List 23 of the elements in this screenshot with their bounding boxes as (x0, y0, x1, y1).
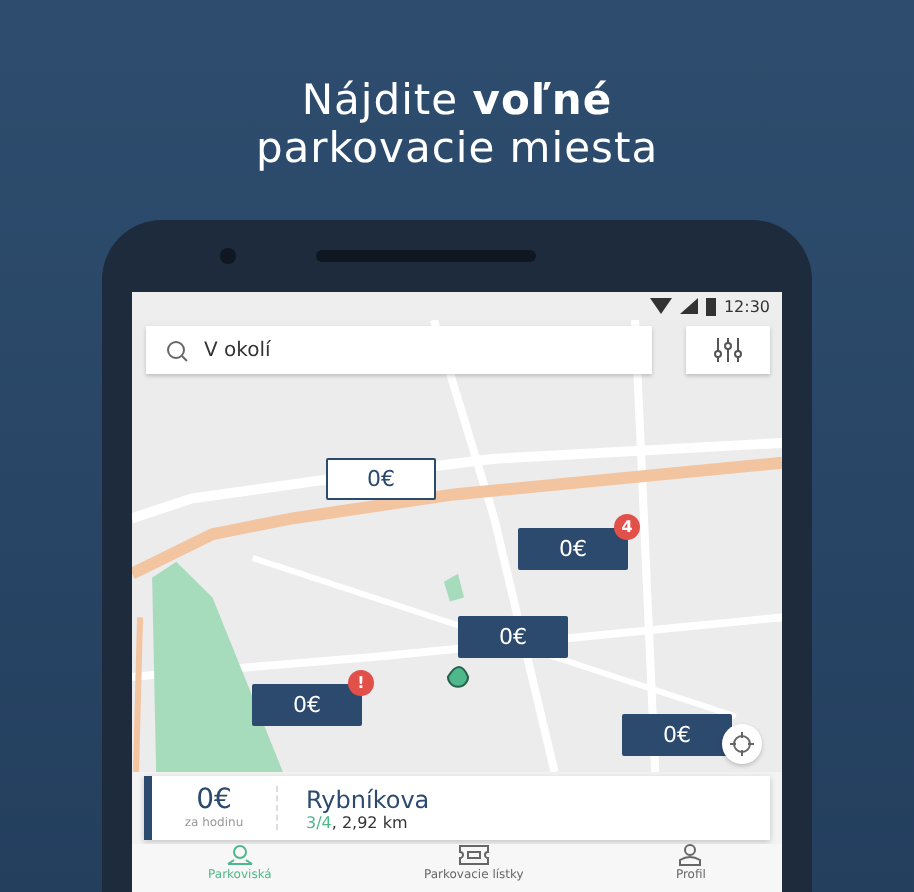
price-marker[interactable]: 0€ (458, 616, 568, 658)
price-marker[interactable]: 0€ (252, 684, 362, 726)
signal-icon (679, 298, 698, 314)
price-marker[interactable]: 0€ (326, 458, 436, 500)
status-time: 12:30 (723, 297, 770, 315)
price-text: 0€ (196, 786, 232, 816)
search-field[interactable]: V okolí (146, 326, 652, 374)
price-marker[interactable]: 0€ (622, 714, 732, 756)
filter-icon (714, 338, 742, 362)
crosshair-icon (730, 732, 754, 756)
occupancy-text: 3/4 (306, 813, 332, 831)
ticket-icon (457, 844, 490, 866)
profile-icon (676, 844, 705, 866)
battery-icon (705, 297, 716, 315)
map-pin-icon (225, 844, 254, 866)
parking-name: Rybníkova (306, 785, 430, 813)
distance-text: , 2,92 km (331, 813, 408, 831)
search-icon (166, 339, 188, 361)
wifi-icon (649, 298, 672, 314)
filter-button[interactable] (686, 326, 770, 374)
headline-text: Nájdite voľné (301, 76, 613, 124)
headline-text: parkovacie miesta (255, 124, 659, 172)
camera-icon (219, 248, 235, 264)
